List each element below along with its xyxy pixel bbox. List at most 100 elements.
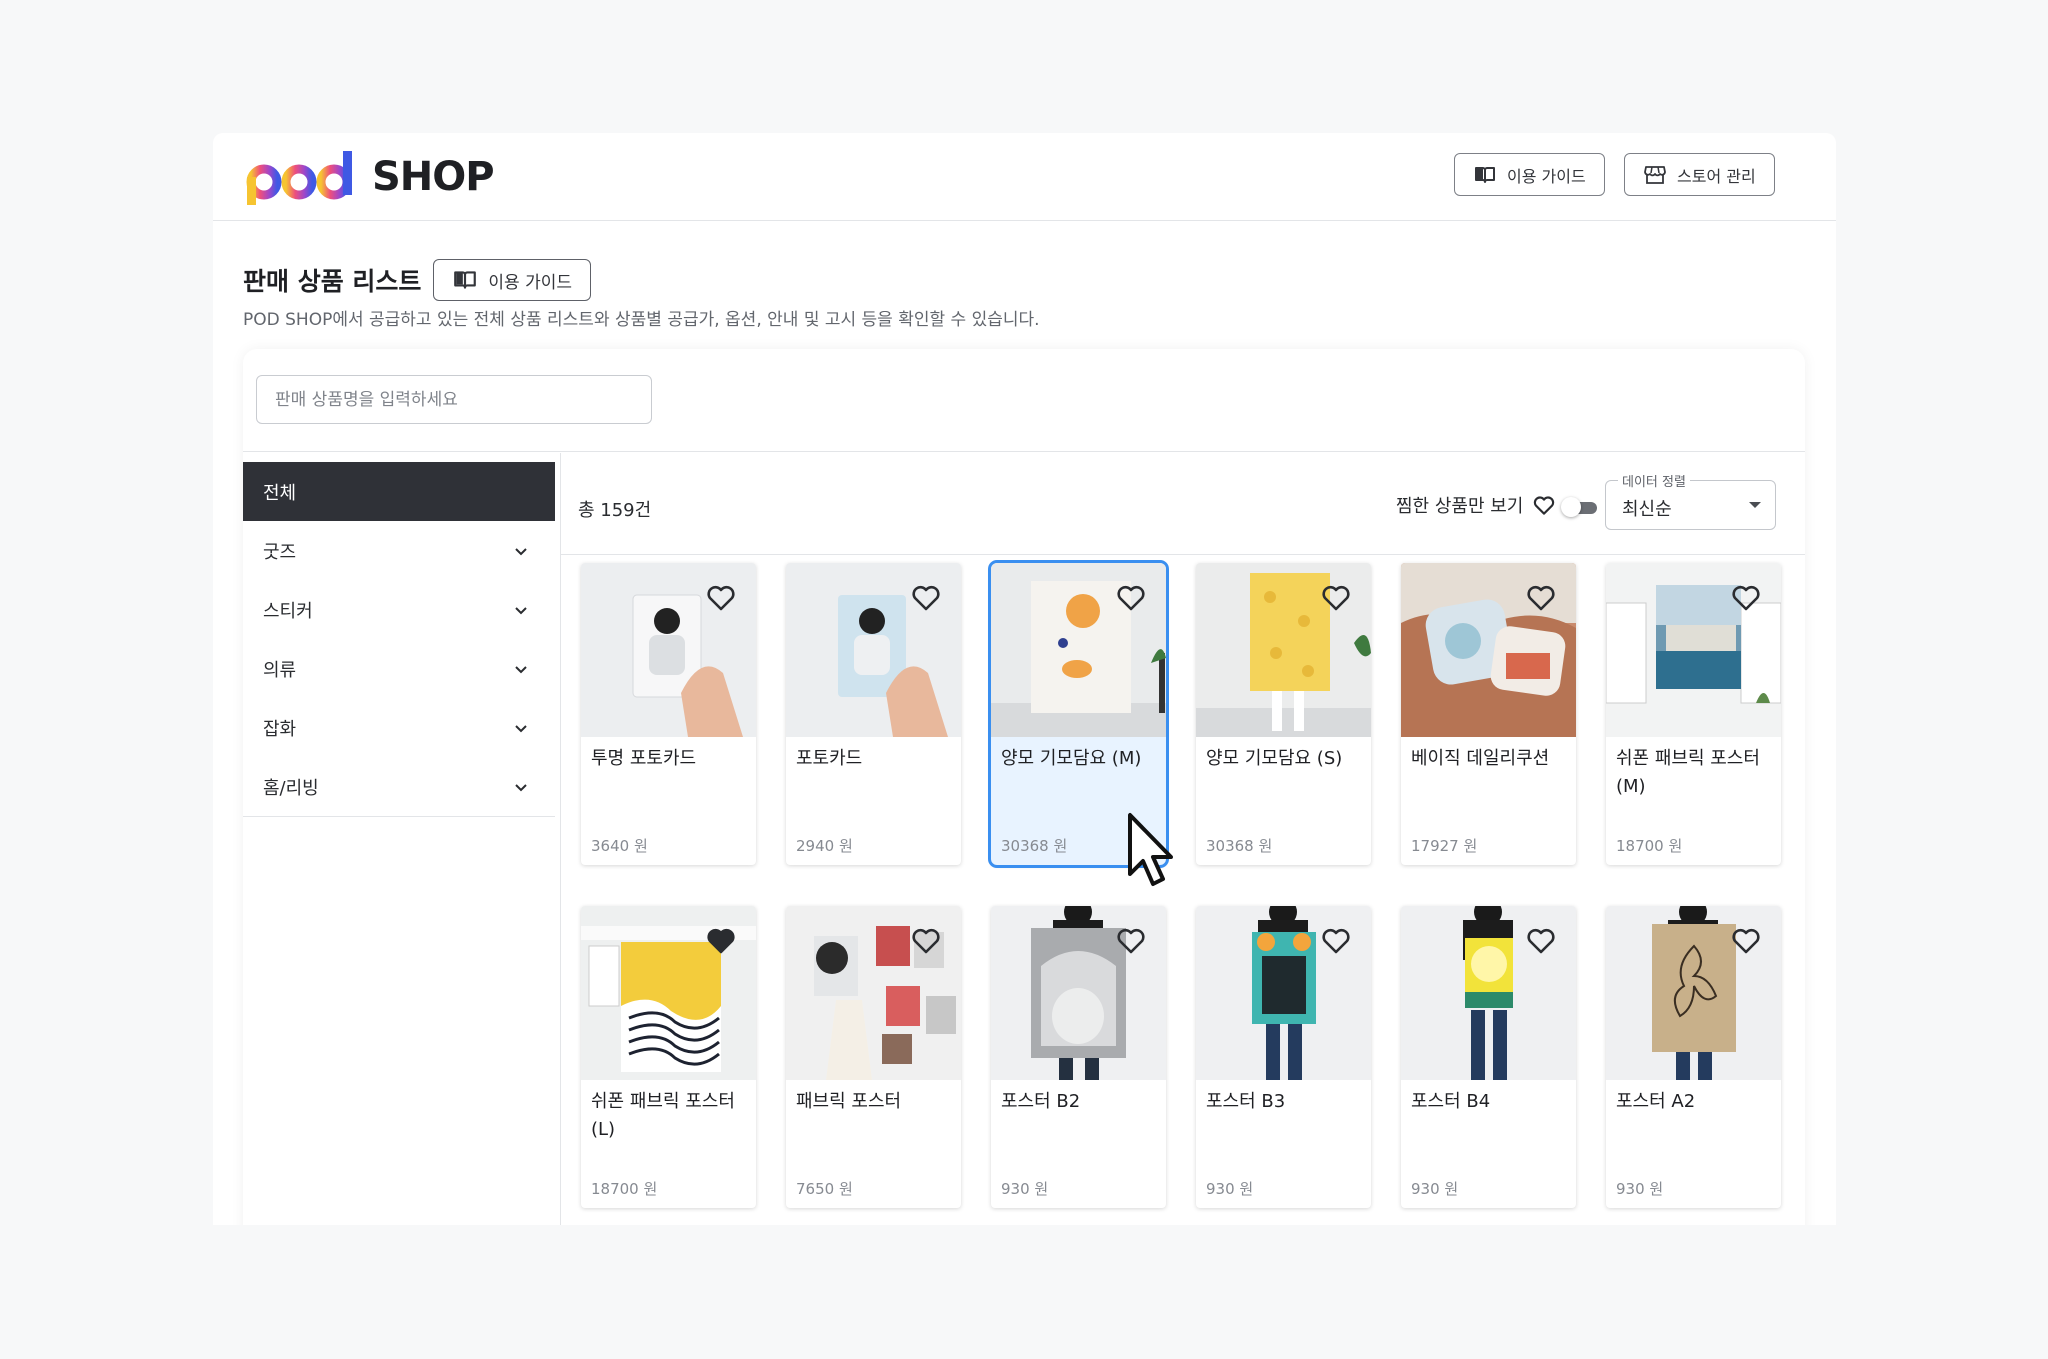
heart-outline-icon[interactable] (1319, 580, 1353, 614)
heart-outline-icon[interactable] (1524, 923, 1558, 957)
product-name: 포스터 B2 (1001, 1091, 1081, 1112)
heart-outline-icon[interactable] (1524, 580, 1558, 614)
store-icon (1644, 165, 1666, 184)
product-price: 930 원 (1616, 1180, 1664, 1198)
toggle-knob (1561, 497, 1581, 517)
product-image (1196, 906, 1371, 1080)
product-card[interactable]: 포토카드 2940 원 (786, 563, 961, 865)
sort-value: 최신순 (1622, 499, 1672, 520)
product-card[interactable]: 쉬폰 패브릭 포스터 (L) 18700 원 (581, 906, 756, 1208)
chevron-down-icon (515, 665, 527, 673)
chevron-down-icon (515, 724, 527, 732)
store-manage-label: 스토어 관리 (1677, 166, 1756, 186)
pod-shop-logo[interactable]: SHOP (244, 143, 495, 211)
category-all[interactable]: 전체 (243, 462, 555, 521)
search-area (243, 349, 1805, 452)
product-image (786, 906, 961, 1080)
product-name: 쉬폰 패브릭 포스터 (L) (591, 1091, 735, 1140)
product-card[interactable]: 베이직 데일리쿠션 17927 원 (1401, 563, 1576, 865)
product-name: 포토카드 (796, 748, 863, 769)
caret-down-icon (1749, 502, 1761, 508)
category-label: 전체 (263, 482, 297, 504)
page-guide-button[interactable]: 이용 가이드 (433, 259, 592, 301)
product-image (1401, 906, 1576, 1080)
heart-outline-icon[interactable] (1319, 923, 1353, 957)
product-card[interactable]: 투명 포토카드 3640 원 (581, 563, 756, 865)
product-price: 17927 원 (1411, 837, 1478, 855)
fav-only-label: 찜한 상품만 보기 (1396, 496, 1524, 517)
heart-outline-icon[interactable] (1114, 580, 1148, 614)
chevron-down-icon (515, 547, 527, 555)
category-sticker[interactable]: 스티커 (243, 580, 555, 639)
heart-outline-icon[interactable] (909, 923, 943, 957)
sort-label: 데이터 정렬 (1618, 471, 1690, 490)
heart-filled-icon[interactable] (704, 923, 738, 957)
product-card[interactable]: 패브릭 포스터 7650 원 (786, 906, 961, 1208)
sort-select[interactable]: 데이터 정렬 최신순 (1605, 471, 1776, 530)
top-bar: SHOP 이용 가이드 스토어 관리 (213, 133, 1836, 221)
product-name: 포스터 A2 (1616, 1091, 1696, 1112)
heart-outline-icon[interactable] (1114, 923, 1148, 957)
fav-only-toggle[interactable] (1561, 497, 1597, 517)
product-card[interactable]: 포스터 A2 930 원 (1606, 906, 1781, 1208)
heart-outline-icon[interactable] (704, 580, 738, 614)
page-header: 판매 상품 리스트 이용 가이드 POD SHOP에서 공급하고 있는 전체 상… (243, 259, 1040, 330)
product-image (1606, 906, 1781, 1080)
product-price: 930 원 (1411, 1180, 1459, 1198)
pod-logo-mark (246, 151, 352, 205)
product-price: 30368 원 (1206, 837, 1273, 855)
product-card[interactable]: 쉬폰 패브릭 포스터 (M) 18700 원 (1606, 563, 1781, 865)
category-goods[interactable]: 굿즈 (243, 521, 555, 580)
header-guide-button[interactable]: 이용 가이드 (1454, 153, 1605, 196)
product-name: 쉬폰 패브릭 포스터 (M) (1616, 748, 1760, 797)
product-image (581, 563, 756, 737)
mouse-pointer-icon (1128, 813, 1173, 886)
product-price: 2940 원 (796, 837, 853, 855)
product-card[interactable]: 양모 기모담요 (S) 30368 원 (1196, 563, 1371, 865)
product-name: 포스터 B3 (1206, 1091, 1286, 1112)
product-price: 930 원 (1001, 1180, 1049, 1198)
product-image (581, 906, 756, 1080)
product-name: 양모 기모담요 (M) (1001, 748, 1142, 769)
product-name: 투명 포토카드 (591, 748, 697, 769)
search-input[interactable] (256, 375, 652, 424)
page-guide-label: 이용 가이드 (488, 272, 573, 293)
product-name: 양모 기모담요 (S) (1206, 748, 1343, 769)
product-price: 7650 원 (796, 1180, 853, 1198)
product-name: 포스터 B4 (1411, 1091, 1491, 1112)
vertical-divider (560, 453, 561, 1225)
product-name: 베이직 데일리쿠션 (1411, 748, 1550, 769)
chevron-down-icon (515, 783, 527, 791)
book-icon (454, 271, 477, 289)
category-label: 굿즈 (263, 541, 297, 563)
product-card[interactable]: 포스터 B2 930 원 (991, 906, 1166, 1208)
app-window: SHOP 이용 가이드 스토어 관리 판매 상품 리스트 이용 가이드 POD … (213, 133, 1836, 1225)
product-image (1606, 563, 1781, 737)
product-price: 930 원 (1206, 1180, 1254, 1198)
category-label: 스티커 (263, 600, 313, 622)
chevron-down-icon (515, 606, 527, 614)
category-home-living[interactable]: 홈/리빙 (243, 757, 555, 816)
heart-outline-icon[interactable] (909, 580, 943, 614)
book-icon (1475, 166, 1495, 183)
product-image (1401, 563, 1576, 737)
product-name: 패브릭 포스터 (796, 1091, 902, 1112)
product-card[interactable]: 포스터 B4 930 원 (1401, 906, 1576, 1208)
product-price: 18700 원 (591, 1180, 658, 1198)
category-label: 잡화 (263, 718, 297, 740)
product-price: 30368 원 (1001, 837, 1068, 855)
store-manage-button[interactable]: 스토어 관리 (1624, 153, 1775, 196)
page-description: POD SHOP에서 공급하고 있는 전체 상품 리스트와 상품별 공급가, 옵… (243, 310, 1040, 330)
category-label: 홈/리빙 (263, 777, 319, 799)
category-clothing[interactable]: 의류 (243, 639, 555, 698)
product-image (786, 563, 961, 737)
page-title: 판매 상품 리스트 (243, 267, 422, 296)
heart-outline-icon[interactable] (1729, 923, 1763, 957)
heart-outline-icon (1534, 496, 1555, 515)
product-card[interactable]: 포스터 B3 930 원 (1196, 906, 1371, 1208)
category-accessories[interactable]: 잡화 (243, 698, 555, 757)
product-price: 18700 원 (1616, 837, 1683, 855)
sidebar-divider (243, 816, 555, 817)
heart-outline-icon[interactable] (1729, 580, 1763, 614)
fav-only-filter: 찜한 상품만 보기 (1396, 492, 1557, 518)
